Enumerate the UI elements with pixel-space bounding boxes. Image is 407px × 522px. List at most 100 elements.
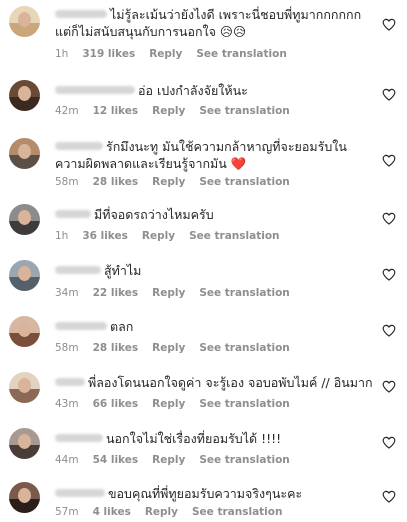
likes-count[interactable]: 54 likes [93, 454, 139, 466]
comment-meta: 1h 319 likes Reply See translation [55, 48, 301, 60]
likes-count[interactable]: 28 likes [93, 176, 139, 188]
comment-text: ขอบคุณที่พี่ทูยอมรับความจริงๆนะคะ [108, 486, 303, 501]
see-translation-link[interactable]: See translation [199, 176, 289, 188]
avatar[interactable] [9, 204, 40, 235]
like-heart-icon[interactable] [382, 18, 396, 31]
reply-link[interactable]: Reply [145, 506, 178, 518]
comment-time: 58m [55, 176, 79, 188]
comment-text: อ่อ เปงกำลังจัยให้นะ [138, 83, 248, 98]
comment-meta: 58m 28 likes Reply See translation [55, 176, 304, 188]
like-heart-icon[interactable] [382, 380, 396, 393]
comment-item: พี่ลองโดนนอกใจดูค่า จะรู้เอง จอบอพับไมค์… [0, 368, 407, 424]
likes-count[interactable]: 4 likes [93, 506, 131, 518]
likes-count[interactable]: 66 likes [93, 398, 139, 410]
avatar-face [18, 378, 31, 393]
comment-item: สู้ทำไม 34m 22 likes Reply See translation [0, 256, 407, 312]
see-translation-link[interactable]: See translation [199, 398, 289, 410]
avatar[interactable] [9, 316, 40, 347]
comment-item: นอกใจไม่ใช่เรื่องที่ยอมรับได้ !!!! 44m 54… [0, 424, 407, 480]
reply-link[interactable]: Reply [152, 105, 185, 117]
comment-time: 1h [55, 230, 69, 242]
avatar[interactable] [9, 80, 40, 111]
comment-item: มีที่จอดรถว่างไหมครับ 1h 36 likes Reply See… [0, 200, 407, 256]
comment-body: นอกใจไม่ใช่เรื่องที่ยอมรับได้ !!!! [55, 430, 375, 447]
blurred-username[interactable] [55, 86, 135, 94]
comment-text: สู้ทำไม [104, 263, 142, 278]
blurred-username[interactable] [55, 10, 107, 18]
avatar-face [18, 210, 31, 225]
reply-link[interactable]: Reply [152, 454, 185, 466]
blurred-username[interactable] [55, 210, 91, 218]
blurred-username[interactable] [55, 434, 103, 442]
see-translation-link[interactable]: See translation [189, 230, 279, 242]
likes-count[interactable]: 12 likes [93, 105, 139, 117]
like-heart-icon[interactable] [382, 154, 396, 167]
comment-body: รักมึงนะทู มันใช้ความกล้าหาญที่จะยอมรับใ… [55, 138, 375, 172]
reply-link[interactable]: Reply [142, 230, 175, 242]
comment-item: ตลก 58m 28 likes Reply See translation [0, 312, 407, 368]
avatar-face [18, 434, 31, 449]
comment-item: รักมึงนะทู มันใช้ความกล้าหาญที่จะยอมรับใ… [0, 128, 407, 188]
avatar[interactable] [9, 372, 40, 403]
comment-body: อ่อ เปงกำลังจัยให้นะ [55, 82, 375, 99]
reply-link[interactable]: Reply [152, 398, 185, 410]
blurred-username[interactable] [55, 378, 85, 386]
comment-item: ขอบคุณที่พี่ทูยอมรับความจริงๆนะคะ 57m 4 l… [0, 478, 407, 522]
comment-body: ไม่รู้ละเม้นว่ายังไงดี เพราะนี่ชอบพี่ทูม… [55, 6, 375, 40]
like-heart-icon[interactable] [382, 212, 396, 225]
reply-link[interactable]: Reply [152, 342, 185, 354]
blurred-username[interactable] [55, 322, 107, 330]
likes-count[interactable]: 28 likes [93, 342, 139, 354]
comment-meta: 44m 54 likes Reply See translation [55, 454, 304, 466]
avatar[interactable] [9, 6, 40, 37]
comment-time: 34m [55, 287, 79, 299]
see-translation-link[interactable]: See translation [199, 342, 289, 354]
see-translation-link[interactable]: See translation [199, 454, 289, 466]
comment-meta: 1h 36 likes Reply See translation [55, 230, 294, 242]
comment-text: พี่ลองโดนนอกใจดูค่า จะรู้เอง จอบอพับไมค์… [88, 375, 373, 390]
like-heart-icon[interactable] [382, 268, 396, 281]
reply-link[interactable]: Reply [152, 287, 185, 299]
blurred-username[interactable] [55, 266, 101, 274]
comment-time: 1h [55, 48, 69, 60]
comment-text: ตลก [110, 319, 134, 334]
comment-meta: 42m 12 likes Reply See translation [55, 105, 304, 117]
comment-time: 42m [55, 105, 79, 117]
avatar-face [18, 322, 31, 337]
likes-count[interactable]: 319 likes [82, 48, 135, 60]
comment-meta: 34m 22 likes Reply See translation [55, 287, 304, 299]
comment-text: นอกใจไม่ใช่เรื่องที่ยอมรับได้ !!!! [106, 431, 282, 446]
comment-time: 58m [55, 342, 79, 354]
like-heart-icon[interactable] [382, 324, 396, 337]
comment-time: 43m [55, 398, 79, 410]
avatar[interactable] [9, 428, 40, 459]
comment-meta: 58m 28 likes Reply See translation [55, 342, 304, 354]
like-heart-icon[interactable] [382, 88, 396, 101]
reply-link[interactable]: Reply [152, 176, 185, 188]
like-heart-icon[interactable] [382, 436, 396, 449]
avatar[interactable] [9, 260, 40, 291]
like-heart-icon[interactable] [382, 490, 396, 503]
avatar-face [18, 266, 31, 281]
comment-body: ขอบคุณที่พี่ทูยอมรับความจริงๆนะคะ [55, 485, 375, 502]
reply-link[interactable]: Reply [149, 48, 182, 60]
comment-body: พี่ลองโดนนอกใจดูค่า จะรู้เอง จอบอพับไมค์… [55, 374, 375, 391]
see-translation-link[interactable]: See translation [199, 287, 289, 299]
avatar-face [18, 12, 31, 27]
blurred-username[interactable] [55, 142, 103, 150]
comment-text: มีที่จอดรถว่างไหมครับ [94, 207, 214, 222]
comment-item: ไม่รู้ละเม้นว่ายังไงดี เพราะนี่ชอบพี่ทูม… [0, 0, 407, 60]
likes-count[interactable]: 36 likes [82, 230, 128, 242]
avatar-face [18, 144, 31, 159]
avatar[interactable] [9, 138, 40, 169]
likes-count[interactable]: 22 likes [93, 287, 139, 299]
avatar[interactable] [9, 482, 40, 513]
see-translation-link[interactable]: See translation [199, 105, 289, 117]
blurred-username[interactable] [55, 489, 105, 497]
comment-body: ตลก [55, 318, 375, 335]
see-translation-link[interactable]: See translation [196, 48, 286, 60]
comment-meta: 57m 4 likes Reply See translation [55, 506, 296, 518]
comment-item: อ่อ เปงกำลังจัยให้นะ 42m 12 likes Reply See… [0, 72, 407, 128]
see-translation-link[interactable]: See translation [192, 506, 282, 518]
comment-meta: 43m 66 likes Reply See translation [55, 398, 304, 410]
